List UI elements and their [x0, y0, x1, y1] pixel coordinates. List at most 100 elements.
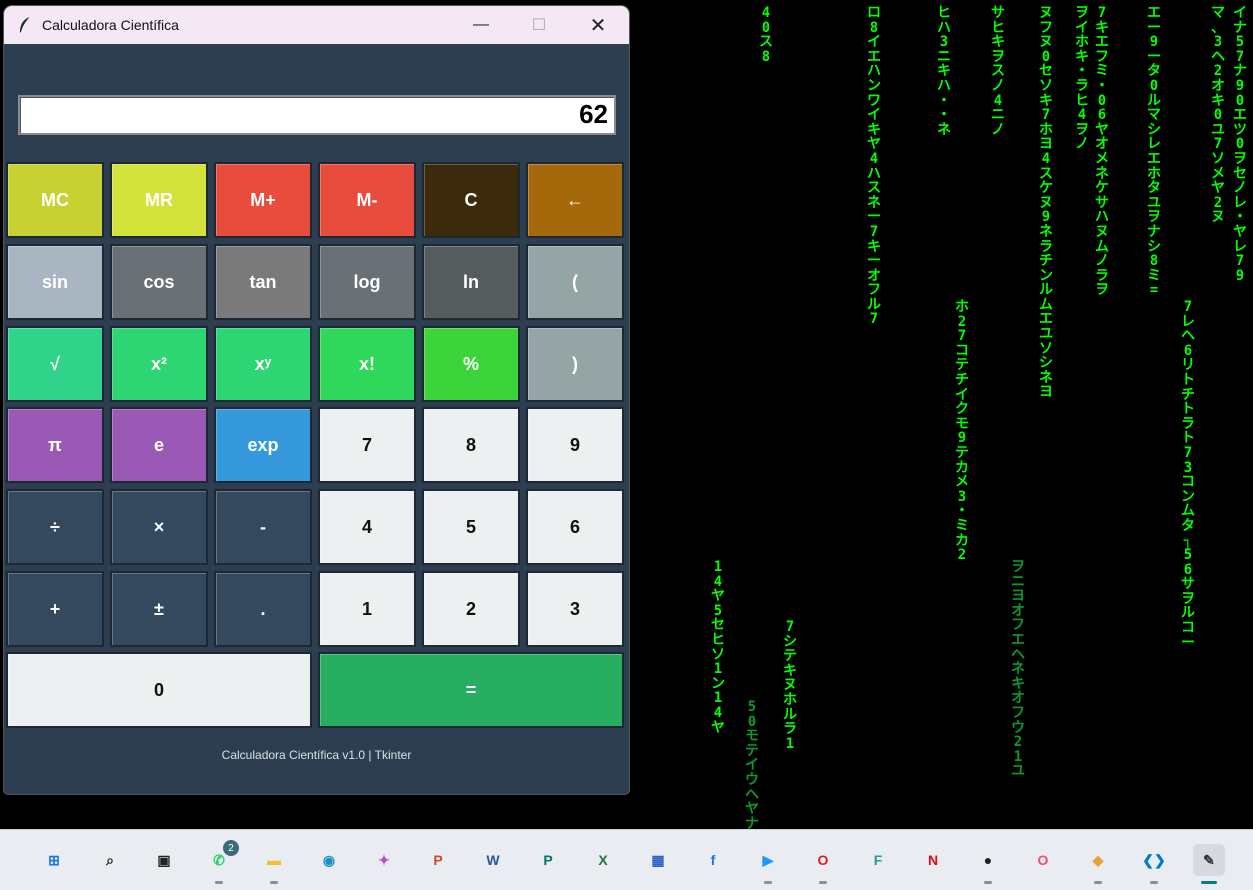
edge-icon[interactable]: ◉ [313, 844, 345, 876]
key-label: x² [150, 353, 167, 374]
store-icon[interactable]: ▦ [642, 844, 674, 876]
key-button-13[interactable]: x² [110, 326, 208, 402]
key-button-2[interactable]: M+ [214, 162, 312, 238]
matrix-column: 7 キ エ フ ミ ・ 0 6 ヤ オ メ ネ ケ サ ハ ヌ ム ノ ラ ヲ [1095, 5, 1109, 299]
vscode-icon[interactable]: ❮❯ [1138, 844, 1170, 876]
key-button-10[interactable]: ln [422, 244, 520, 320]
key-label: + [49, 598, 61, 619]
teams-icon[interactable]: F [862, 844, 894, 876]
key-button-6[interactable]: sin [6, 244, 104, 320]
key-label: M- [356, 189, 378, 210]
key-button-31[interactable]: ± [110, 571, 208, 647]
key-button-14[interactable]: xʸ [214, 326, 312, 402]
matrix-column: サ ヒ キ ヲ ス ノ 4 ニ ノ [991, 5, 1005, 138]
powerpoint-icon[interactable]: P [422, 844, 454, 876]
key-button-8[interactable]: tan [214, 244, 312, 320]
key-label: × [153, 516, 165, 537]
key-button-30[interactable]: + [6, 571, 104, 647]
key-label: 0 [153, 679, 164, 700]
running-indicator [984, 881, 992, 884]
key-label: - [260, 516, 266, 537]
matrix-column: 5 0 モ テ イ ウ ヘ ヤ ナ [745, 699, 759, 829]
key-label: ln [463, 271, 479, 292]
key-button-15[interactable]: x! [318, 326, 416, 402]
maximize-button[interactable]: ☐ [511, 6, 567, 44]
key-label: ± [154, 598, 164, 619]
matrix-column: 4 0 ス 8 [759, 5, 773, 65]
start-icon[interactable]: ⊞ [38, 844, 70, 876]
key-label: xʸ [254, 353, 272, 374]
opera-gx-icon[interactable]: O [1027, 844, 1059, 876]
close-button[interactable]: ✕ [570, 6, 626, 44]
key-button-28[interactable]: 5 [422, 489, 520, 565]
key-label: M+ [250, 189, 276, 210]
footer-text: Calculadora Científica v1.0 | Tkinter [221, 748, 412, 762]
task-view-icon[interactable]: ▣ [148, 844, 180, 876]
key-label: 7 [361, 434, 372, 455]
key-button-7[interactable]: cos [110, 244, 208, 320]
key-label: C [464, 189, 478, 210]
prime-video-icon[interactable]: ▶ [752, 844, 784, 876]
running-indicator [270, 881, 278, 884]
key-button-36[interactable]: 0 [6, 652, 312, 728]
word-icon[interactable]: W [477, 844, 509, 876]
key-button-3[interactable]: M- [318, 162, 416, 238]
key-label: ÷ [50, 516, 60, 537]
key-button-25[interactable]: × [110, 489, 208, 565]
key-button-37[interactable]: = [318, 652, 624, 728]
python-feather-icon[interactable]: ✎ [1193, 844, 1225, 876]
key-label: 9 [569, 434, 580, 455]
key-button-5[interactable]: ← [526, 162, 624, 238]
key-button-18[interactable]: π [6, 407, 104, 483]
opera-icon[interactable]: O [807, 844, 839, 876]
key-button-16[interactable]: % [422, 326, 520, 402]
minimize-icon: — [473, 16, 489, 33]
key-button-22[interactable]: 8 [422, 407, 520, 483]
running-indicator [1201, 881, 1217, 884]
netflix-icon[interactable]: N [917, 844, 949, 876]
facebook-icon[interactable]: f [697, 844, 729, 876]
key-button-35[interactable]: 3 [526, 571, 624, 647]
github-icon[interactable]: ● [972, 844, 1004, 876]
matrix-column: 1 4 ヤ 5 セ ヒ ソ 1 ン 1 4 ヤ [711, 559, 725, 736]
file-explorer-icon[interactable]: ▬ [258, 844, 290, 876]
key-button-34[interactable]: 2 [422, 571, 520, 647]
key-label: e [153, 434, 164, 455]
matrix-column: 7 シ テ キ ヌ ホ ル ラ 1 [783, 619, 797, 752]
app-colorful-icon[interactable]: ◆ [1082, 844, 1114, 876]
key-button-17[interactable]: ) [526, 326, 624, 402]
calculator-display[interactable]: 62 [18, 95, 616, 135]
key-button-32[interactable]: . [214, 571, 312, 647]
running-indicator [215, 881, 223, 884]
key-button-20[interactable]: exp [214, 407, 312, 483]
key-button-19[interactable]: e [110, 407, 208, 483]
key-button-1[interactable]: MR [110, 162, 208, 238]
key-button-0[interactable]: MC [6, 162, 104, 238]
key-label: exp [247, 434, 279, 455]
search-icon[interactable]: ⌕ [94, 844, 126, 876]
key-button-24[interactable]: ÷ [6, 489, 104, 565]
key-button-33[interactable]: 1 [318, 571, 416, 647]
key-button-11[interactable]: ( [526, 244, 624, 320]
key-label: 2 [465, 598, 476, 619]
running-indicator [1150, 881, 1158, 884]
key-button-12[interactable]: √ [6, 326, 104, 402]
minimize-button[interactable]: — [453, 6, 509, 44]
title-bar[interactable]: Calculadora Científica — ☐ ✕ [4, 6, 629, 44]
key-label: 6 [569, 516, 580, 537]
excel-icon[interactable]: X [587, 844, 619, 876]
publisher-icon[interactable]: P [532, 844, 564, 876]
key-button-21[interactable]: 7 [318, 407, 416, 483]
key-button-23[interactable]: 9 [526, 407, 624, 483]
running-indicator [1094, 881, 1102, 884]
key-label: . [260, 598, 266, 619]
key-button-9[interactable]: log [318, 244, 416, 320]
matrix-column: マ 、 3 ヘ 2 オ キ 0 ユ 7 ソ メ ヤ 2 ヌ [1211, 5, 1225, 226]
key-button-4[interactable]: C [422, 162, 520, 238]
key-button-27[interactable]: 4 [318, 489, 416, 565]
copilot-icon[interactable]: ✦ [368, 844, 400, 876]
key-button-29[interactable]: 6 [526, 489, 624, 565]
key-label: cos [143, 271, 175, 292]
key-button-26[interactable]: - [214, 489, 312, 565]
matrix-column: ホ 2 7 コ テ チ イ ク モ 9 テ カ メ 3 ・ ミ カ 2 [955, 299, 969, 564]
